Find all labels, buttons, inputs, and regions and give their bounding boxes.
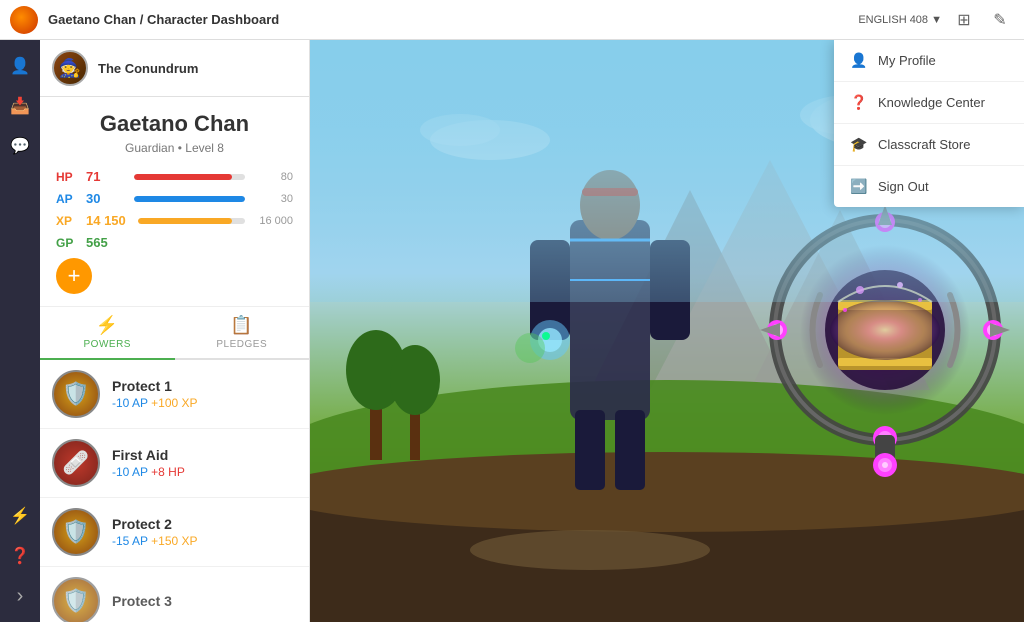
character-header: 🧙 The Conundrum [40, 40, 309, 97]
breadcrumb-character[interactable]: Gaetano Chan [48, 12, 136, 27]
hp-bar-fill [134, 174, 232, 180]
power-name-protect3: Protect 3 [112, 593, 297, 609]
stats-area: Gaetano Chan Guardian • Level 8 HP 71 80… [40, 97, 309, 307]
hp-max: 80 [253, 171, 293, 183]
dropdown-item-signout[interactable]: ➡️ Sign Out [834, 166, 1024, 207]
dropdown-label-knowledge: Knowledge Center [878, 95, 985, 110]
app-logo [10, 6, 38, 34]
hp-row: HP 71 80 [56, 169, 293, 184]
tab-pledges[interactable]: 📋 PLEDGES [175, 307, 310, 358]
knowledge-icon: ❓ [850, 94, 868, 111]
character-name: Gaetano Chan [56, 111, 293, 137]
powers-tab-icon: ⚡ [96, 315, 119, 336]
main-layout: 👤 📥 💬 ⚡ ❓ › 🧙 The Conundrum Gaetano Chan… [0, 40, 1024, 622]
power-icon-protect1: 🛡️ [52, 370, 100, 418]
power-icon-protect2: 🛡️ [52, 508, 100, 556]
dropdown-item-profile[interactable]: 👤 My Profile [834, 40, 1024, 82]
gp-label: GP [56, 236, 86, 250]
dropdown-label-profile: My Profile [878, 53, 936, 68]
ap-bar-fill [134, 196, 245, 202]
top-bar: Gaetano Chan / Character Dashboard ENGLI… [0, 0, 1024, 40]
power-item-protect3[interactable]: 🛡️ Protect 3 [40, 567, 309, 622]
cost-ap-firstaid: -10 AP [112, 465, 148, 479]
xp-bar-fill [138, 218, 232, 224]
gp-row: GP 565 [56, 235, 293, 250]
power-item-protect2[interactable]: 🛡️ Protect 2 -15 AP +150 XP [40, 498, 309, 567]
gp-value: 565 [86, 235, 126, 250]
power-info-protect1: Protect 1 -10 AP +100 XP [112, 378, 297, 410]
power-cost-protect2: -15 AP +150 XP [112, 534, 297, 548]
dropdown-label-store: Classcraft Store [878, 137, 970, 152]
ap-value: 30 [86, 191, 126, 206]
tab-pledges-label: PLEDGES [216, 339, 267, 350]
power-icon-firstaid: 🩹 [52, 439, 100, 487]
xp-bar-bg [138, 218, 245, 224]
power-info-firstaid: First Aid -10 AP +8 HP [112, 447, 297, 479]
nav-help[interactable]: ❓ [2, 538, 38, 574]
hp-bar-bg [134, 174, 245, 180]
xp-max: 16 000 [253, 215, 293, 227]
tabs-row: ⚡ POWERS 📋 PLEDGES [40, 307, 309, 360]
pledges-tab-icon: 📋 [230, 315, 253, 336]
cost-hp-firstaid: +8 HP [151, 465, 185, 479]
dropdown-label-signout: Sign Out [878, 179, 929, 194]
power-name-protect2: Protect 2 [112, 516, 297, 532]
top-bar-right: ENGLISH 408 ▼ ⊞ ✎ [858, 6, 1014, 34]
power-name-firstaid: First Aid [112, 447, 297, 463]
grid-icon-button[interactable]: ⊞ [950, 6, 978, 34]
power-cost-protect1: -10 AP +100 XP [112, 396, 297, 410]
sidebar: 🧙 The Conundrum Gaetano Chan Guardian • … [40, 40, 310, 622]
add-button[interactable]: + [56, 258, 92, 294]
power-icon-protect3: 🛡️ [52, 577, 100, 622]
tab-powers[interactable]: ⚡ POWERS [40, 307, 175, 360]
ap-label: AP [56, 192, 86, 206]
left-nav: 👤 📥 💬 ⚡ ❓ › [0, 40, 40, 622]
hp-label: HP [56, 170, 86, 184]
power-item-protect1[interactable]: 🛡️ Protect 1 -10 AP +100 XP [40, 360, 309, 429]
profile-icon: 👤 [850, 52, 868, 69]
main-content: 👤 My Profile ❓ Knowledge Center 🎓 Classc… [310, 40, 1024, 622]
nav-chat[interactable]: 💬 [2, 128, 38, 164]
cost-xp-protect1: +100 XP [151, 396, 197, 410]
dropdown-menu: 👤 My Profile ❓ Knowledge Center 🎓 Classc… [834, 40, 1024, 207]
nav-powers[interactable]: ⚡ [2, 498, 38, 534]
nav-expand[interactable]: › [2, 578, 38, 614]
nav-profile[interactable]: 👤 [2, 48, 38, 84]
ap-bar-bg [134, 196, 245, 202]
language-selector[interactable]: ENGLISH 408 ▼ [858, 14, 942, 26]
breadcrumb: Gaetano Chan / Character Dashboard [48, 12, 279, 27]
power-info-protect3: Protect 3 [112, 593, 297, 609]
xp-row: XP 14 150 16 000 [56, 213, 293, 228]
power-name-protect1: Protect 1 [112, 378, 297, 394]
breadcrumb-sep: / [140, 12, 147, 27]
xp-label: XP [56, 214, 86, 228]
cost-xp-protect2: +150 XP [151, 534, 197, 548]
character-sub: Guardian • Level 8 [56, 141, 293, 155]
character-header-name: The Conundrum [98, 61, 198, 76]
user-menu-button[interactable]: ✎ [986, 6, 1014, 34]
cost-ap-protect1: -10 AP [112, 396, 148, 410]
xp-value: 14 150 [86, 213, 126, 228]
dropdown-item-store[interactable]: 🎓 Classcraft Store [834, 124, 1024, 166]
dropdown-item-knowledge[interactable]: ❓ Knowledge Center [834, 82, 1024, 124]
tab-powers-label: POWERS [84, 339, 131, 350]
powers-list: 🛡️ Protect 1 -10 AP +100 XP 🩹 First Aid [40, 360, 309, 622]
signout-icon: ➡️ [850, 178, 868, 195]
cost-ap-protect2: -15 AP [112, 534, 148, 548]
ap-max: 30 [253, 193, 293, 205]
power-item-firstaid[interactable]: 🩹 First Aid -10 AP +8 HP [40, 429, 309, 498]
power-cost-firstaid: -10 AP +8 HP [112, 465, 297, 479]
nav-inbox[interactable]: 📥 [2, 88, 38, 124]
avatar: 🧙 [52, 50, 88, 86]
store-icon: 🎓 [850, 136, 868, 153]
hp-value: 71 [86, 169, 126, 184]
power-info-protect2: Protect 2 -15 AP +150 XP [112, 516, 297, 548]
ap-row: AP 30 30 [56, 191, 293, 206]
breadcrumb-page: Character Dashboard [147, 12, 279, 27]
